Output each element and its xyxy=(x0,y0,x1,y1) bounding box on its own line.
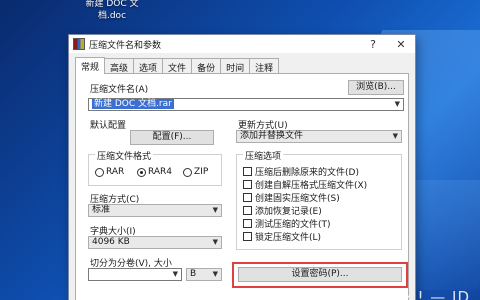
dictionary-size-select[interactable]: 4096 KB ▼ xyxy=(88,236,222,249)
desktop-file-icon[interactable]: 新建 DOC 文 档.doc xyxy=(82,0,142,22)
tab-general[interactable]: 常规 xyxy=(75,57,106,74)
default-profile-label: 默认配置 xyxy=(90,121,127,131)
dictionary-size-value: 4096 KB xyxy=(92,237,130,247)
chevron-down-icon: ▼ xyxy=(172,270,178,278)
format-rar-radio[interactable]: RAR xyxy=(95,167,124,177)
title-bar[interactable]: 压缩文件名和参数 ? ✕ xyxy=(69,35,415,53)
archive-format-title: 压缩文件格式 xyxy=(95,149,154,162)
archive-dialog: 压缩文件名和参数 ? ✕ 常规 高级 选项 文件 备份 时间 注释 压缩文件名(… xyxy=(68,34,416,300)
checkbox-icon xyxy=(243,180,252,189)
compression-method-value: 标准 xyxy=(92,205,111,215)
checkbox-icon xyxy=(243,167,252,176)
chevron-down-icon[interactable]: ▼ xyxy=(395,99,400,110)
split-unit-select[interactable]: B ▼ xyxy=(186,268,222,281)
radio-selected-icon xyxy=(137,167,146,177)
option-label: 创建自解压格式压缩文件(X) xyxy=(255,181,368,191)
set-password-button[interactable]: 设置密码(P)... xyxy=(238,267,402,282)
chevron-down-icon: ▼ xyxy=(392,132,398,140)
radio-icon xyxy=(183,167,192,177)
format-rar-label: RAR xyxy=(106,167,125,177)
archive-name-label: 压缩文件名(A) xyxy=(90,85,149,95)
archive-options-group: 压缩选项 压缩后删除原来的文件(D) 创建自解压格式压缩文件(X) 创建固实压缩… xyxy=(236,149,402,250)
profiles-button[interactable]: 配置(F)... xyxy=(130,130,214,145)
chevron-down-icon: ▼ xyxy=(212,206,218,214)
help-button[interactable]: ? xyxy=(359,35,387,53)
format-rar4-radio[interactable]: RAR4 xyxy=(137,167,172,177)
option-label: 创建固实压缩文件(S) xyxy=(255,194,340,204)
option-label: 添加恢复记录(E) xyxy=(255,207,322,217)
archive-name-field[interactable]: 新建 DOC 文档.rar ▼ xyxy=(88,98,404,111)
format-rar4-label: RAR4 xyxy=(148,167,173,177)
checkbox-icon xyxy=(243,206,252,215)
window-title: 压缩文件名和参数 xyxy=(89,40,162,51)
update-mode-value: 添加并替换文件 xyxy=(240,131,304,141)
desktop-file-label: 新建 DOC 文 档.doc xyxy=(85,0,139,21)
tab-advanced[interactable]: 高级 xyxy=(104,58,135,74)
browse-button[interactable]: 浏览(B)... xyxy=(348,80,404,95)
general-panel: 压缩文件名(A) 浏览(B)... 新建 DOC 文档.rar ▼ 默认配置 配… xyxy=(75,73,409,300)
archive-options-title: 压缩选项 xyxy=(243,149,284,162)
tab-strip: 常规 高级 选项 文件 备份 时间 注释 xyxy=(75,57,280,74)
tab-comment[interactable]: 注释 xyxy=(249,58,280,74)
option-label: 测试压缩的文件(T) xyxy=(255,220,331,230)
tab-time[interactable]: 时间 xyxy=(220,58,251,74)
tab-files[interactable]: 文件 xyxy=(162,58,193,74)
compression-method-select[interactable]: 标准 ▼ xyxy=(88,204,222,217)
archive-format-group: 压缩文件格式 RAR RAR4 ZIP xyxy=(88,149,222,186)
radio-icon xyxy=(95,167,104,177)
chevron-down-icon: ▼ xyxy=(212,238,218,246)
split-size-field[interactable]: ▼ xyxy=(88,268,182,281)
option-label: 压缩后删除原来的文件(D) xyxy=(255,168,359,178)
update-mode-select[interactable]: 添加并替换文件 ▼ xyxy=(236,130,402,143)
option-delete-after[interactable]: 压缩后删除原来的文件(D) xyxy=(243,165,359,178)
checkbox-icon xyxy=(243,193,252,202)
archive-name-value: 新建 DOC 文档.rar xyxy=(92,99,174,109)
option-solid[interactable]: 创建固实压缩文件(S) xyxy=(243,191,340,204)
option-lock[interactable]: 锁定压缩文件(L) xyxy=(243,230,321,243)
watermark-text: • . 4 — — · ! — ID xyxy=(318,288,470,300)
option-test[interactable]: 测试压缩的文件(T) xyxy=(243,217,331,230)
option-label: 锁定压缩文件(L) xyxy=(255,233,322,243)
option-sfx[interactable]: 创建自解压格式压缩文件(X) xyxy=(243,178,367,191)
option-recovery[interactable]: 添加恢复记录(E) xyxy=(243,204,322,217)
split-unit-value: B xyxy=(190,269,197,279)
tab-backup[interactable]: 备份 xyxy=(191,58,222,74)
tab-options[interactable]: 选项 xyxy=(133,58,164,74)
checkbox-icon xyxy=(243,232,252,241)
checkbox-icon xyxy=(243,219,252,228)
close-button[interactable]: ✕ xyxy=(387,35,415,53)
format-zip-label: ZIP xyxy=(194,167,209,177)
format-zip-radio[interactable]: ZIP xyxy=(183,167,208,177)
winrar-icon xyxy=(73,38,85,50)
chevron-down-icon: ▼ xyxy=(212,270,218,278)
